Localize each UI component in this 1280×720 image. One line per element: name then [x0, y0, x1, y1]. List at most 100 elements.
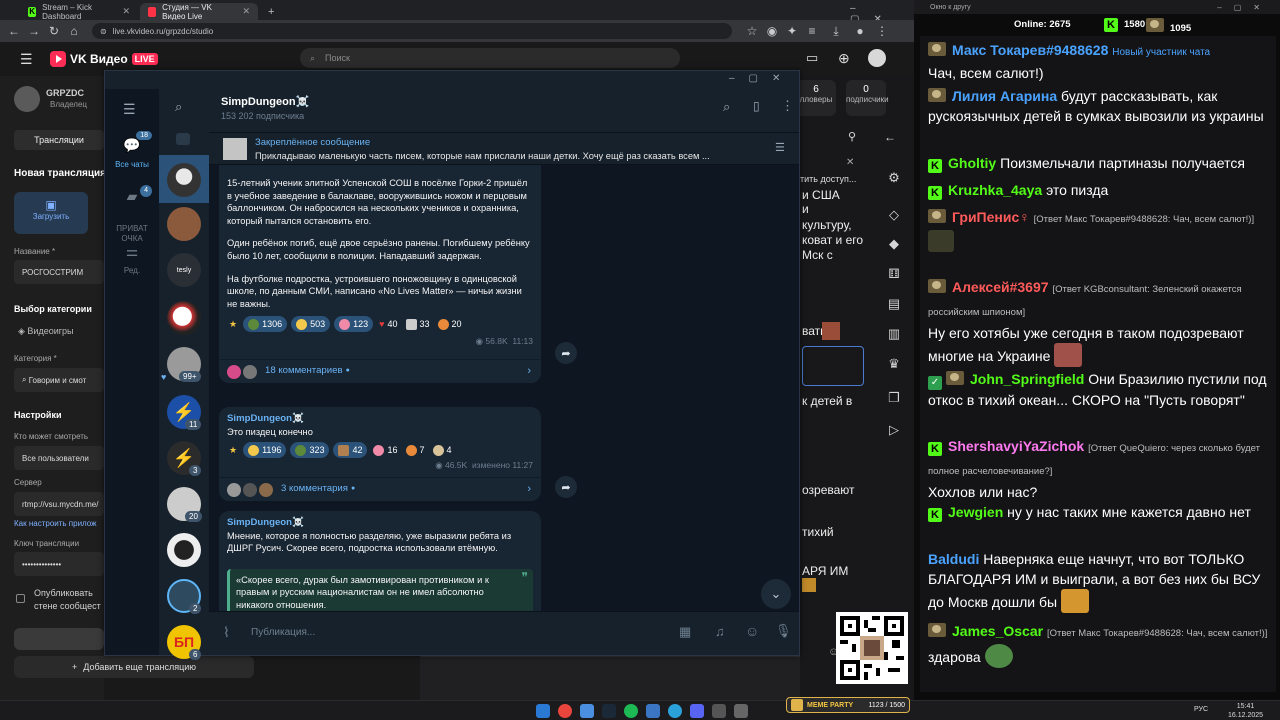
site-info-icon[interactable]: ⊜ [100, 27, 107, 36]
pinned-message-bar[interactable]: Закреплённое сообщение Прикладываю мален… [209, 133, 799, 165]
chat-username[interactable]: ShershavyiYaZichok [948, 438, 1084, 454]
extensions-puzzle-icon[interactable]: ✦ [784, 23, 800, 39]
pinned-list-icon[interactable]: ☰ [775, 141, 785, 154]
chat-avatar[interactable] [167, 533, 201, 567]
folder-all-chats[interactable]: 💬 18 Все чаты [105, 131, 159, 169]
sidebar-toggle-icon[interactable]: ▯ [753, 99, 760, 113]
copy-icon[interactable]: ❐ [884, 388, 904, 408]
chat-username[interactable]: Jewgien [948, 504, 1003, 520]
attach-paperclip-icon[interactable]: ⌇ [223, 624, 230, 641]
emoji-icon[interactable]: ☺ [745, 623, 759, 639]
list-icon[interactable]: ▤ [884, 294, 904, 314]
telegram-icon[interactable] [668, 704, 682, 718]
window-controls-icon[interactable]: –▢✕ [1217, 3, 1272, 12]
obs-icon[interactable] [712, 704, 726, 718]
bookmark-star-icon[interactable]: ☆ [744, 23, 760, 39]
tab-kick-dashboard[interactable]: K Stream – Kick Dashboard ✕ [20, 3, 138, 21]
chat-avatar[interactable] [167, 207, 201, 241]
search-icon[interactable]: ⌕ [723, 99, 730, 115]
reaction-chip[interactable]: 123 [334, 316, 374, 333]
extension-icon[interactable]: ◉ [764, 23, 780, 39]
video-play-icon[interactable]: ▷ [884, 420, 904, 440]
chat-username[interactable]: ГриПенис♀ [952, 209, 1030, 225]
reaction-chip[interactable]: 7 [404, 442, 427, 458]
discord-icon[interactable] [690, 704, 704, 718]
stream-key-input[interactable]: •••••••••••••• [14, 552, 104, 576]
star-reaction-icon[interactable]: ★ [227, 442, 239, 458]
reaction-chip[interactable]: 42 [333, 442, 368, 459]
trophy-icon[interactable]: ♛ [884, 354, 904, 374]
chat-username[interactable]: John_Springfield [970, 371, 1084, 387]
reaction-chip[interactable]: 323 [290, 442, 330, 459]
gem-icon[interactable]: ◆ [884, 234, 904, 254]
add-circle-icon[interactable]: ⊕ [838, 50, 850, 67]
add-broadcast-button[interactable]: + Добавить еще трансляцию [14, 656, 254, 678]
hamburger-icon[interactable]: ☰ [20, 51, 33, 68]
spotify-icon[interactable] [624, 704, 638, 718]
back-arrow-icon[interactable]: ← [884, 130, 904, 148]
close-icon[interactable]: ✕ [846, 157, 854, 168]
back-arrow-icon[interactable]: ← [6, 23, 22, 39]
chrome-icon[interactable] [558, 704, 572, 718]
new-tab-button[interactable]: + [260, 3, 280, 20]
dice-icon[interactable]: ⚅ [884, 264, 904, 284]
chat-avatar[interactable]: tesly [167, 253, 201, 287]
vk-search-input[interactable]: ⌕ Поиск [300, 48, 680, 68]
post-author[interactable]: SimpDungeon☠️ [227, 413, 533, 426]
diamond-icon[interactable]: ◇ [884, 205, 904, 225]
reaction-chip[interactable]: 33 [404, 316, 432, 332]
archive-icon[interactable] [176, 133, 190, 145]
app-icon[interactable] [734, 704, 748, 718]
reaction-chip[interactable]: 1306 [243, 316, 288, 333]
reaction-chip[interactable]: ♥ 40 [377, 316, 399, 332]
microphone-icon[interactable]: 🎙 [775, 623, 792, 639]
menu-icon[interactable]: ☰ [123, 101, 136, 118]
file-explorer-icon[interactable] [580, 704, 594, 718]
server-input[interactable]: rtmp://vsu.mycdn.me/ [14, 492, 104, 516]
message-input[interactable]: Публикация... [251, 627, 315, 638]
steam-icon[interactable] [602, 704, 616, 718]
app-icon[interactable] [646, 704, 660, 718]
settings-gear-icon[interactable]: ⚙ [884, 168, 904, 188]
chat-avatar[interactable] [167, 301, 201, 335]
forward-arrow-icon[interactable]: → [26, 23, 42, 39]
tab-vk-studio[interactable]: Студия — VK Видео Live ✕ [140, 3, 258, 21]
comments-link[interactable]: 18 комментариев ● › [219, 359, 541, 383]
window-controls-icon[interactable]: –▢✕ [729, 73, 794, 84]
chat-username[interactable]: Алексей#3697 [952, 279, 1049, 295]
chat-username[interactable]: Лилия Агарина [952, 88, 1057, 104]
message-input-box[interactable] [802, 346, 864, 386]
menu-lines-icon[interactable]: ≡ [804, 23, 820, 39]
privacy-select[interactable]: Все пользователи [14, 446, 104, 470]
chat-username[interactable]: Макс Токарев#9488628 [952, 42, 1108, 58]
chat-username[interactable]: James_Oscar [952, 623, 1043, 639]
vk-logo[interactable]: VK Видео LIVE [50, 51, 158, 67]
scroll-down-button[interactable]: ⌄ [761, 579, 791, 609]
browser-menu-icon[interactable]: ⋮ [874, 23, 890, 39]
close-tab-icon[interactable]: ✕ [122, 6, 130, 17]
upload-button[interactable]: ▣ Загрузить [14, 192, 88, 234]
clock[interactable]: 15:41 16.12.2025 [1228, 702, 1263, 720]
pin-icon[interactable]: ⚲ [848, 130, 866, 148]
channel-title[interactable]: SimpDungeon☠️ [221, 95, 309, 108]
video-camera-icon[interactable]: ▭ [806, 50, 826, 68]
reload-icon[interactable]: ↻ [46, 23, 62, 39]
start-icon[interactable] [536, 704, 550, 718]
chat-username[interactable]: Gholtiy [948, 155, 996, 171]
comments-link[interactable]: 3 комментария ● › [219, 477, 541, 501]
category-input[interactable]: ⌕ Говорим и смот [14, 368, 104, 392]
more-options-icon[interactable]: ⋮ [781, 98, 794, 114]
search-icon[interactable]: ⌕ [175, 99, 182, 115]
share-button[interactable]: ➦ [555, 476, 577, 498]
url-input[interactable]: ⊜ live.vkvideo.ru/grpzdc/studio [92, 23, 732, 39]
language-indicator[interactable]: РУС [1194, 706, 1208, 713]
chat-username[interactable]: Baldudi [928, 551, 979, 567]
star-reaction-icon[interactable]: ★ [227, 316, 239, 332]
chart-icon[interactable]: ▥ [884, 324, 904, 344]
schedule-calendar-icon[interactable]: ▦ [679, 624, 691, 640]
folder-edit[interactable]: ⚌ Ред. [105, 243, 159, 275]
share-button[interactable]: ➦ [555, 342, 577, 364]
how-to-link[interactable]: Как настроить прилож [14, 519, 97, 528]
reaction-chip[interactable]: 503 [291, 316, 331, 333]
reaction-chip[interactable]: 16 [371, 442, 399, 458]
